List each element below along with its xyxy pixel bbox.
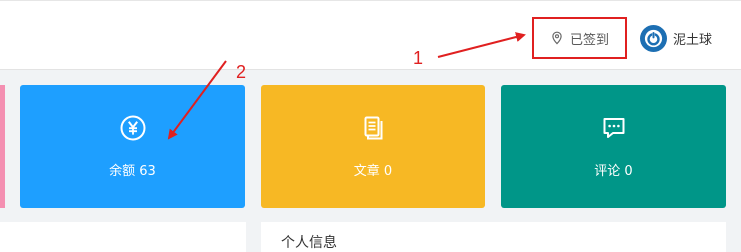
- articles-card[interactable]: 文章 0: [261, 85, 485, 208]
- annotation-number-2: 2: [236, 62, 247, 82]
- document-icon: [359, 114, 387, 142]
- power-logo-icon: [644, 29, 663, 48]
- balance-label: 余额 63: [109, 164, 156, 179]
- location-pin-icon: [552, 31, 562, 45]
- username[interactable]: 泥土球: [673, 29, 712, 48]
- sign-in-status[interactable]: 已签到: [532, 17, 627, 59]
- balance-card[interactable]: 余额 63: [20, 85, 245, 208]
- left-panel: [0, 222, 246, 252]
- yen-circle-icon: [119, 114, 147, 142]
- articles-label: 文章 0: [353, 164, 393, 179]
- profile-panel: 个人信息: [261, 222, 726, 252]
- annotation-number-1: 1: [413, 48, 424, 68]
- user-menu[interactable]: 泥土球: [640, 25, 712, 52]
- comments-card[interactable]: 评论 0: [501, 85, 726, 208]
- top-bar: 已签到 泥土球: [0, 0, 741, 70]
- avatar[interactable]: [640, 25, 667, 52]
- comment-icon: [600, 114, 628, 142]
- sign-in-status-label: 已签到: [569, 32, 609, 48]
- profile-panel-title: 个人信息: [281, 235, 337, 251]
- card-edge: [0, 85, 5, 208]
- comments-label: 评论 0: [594, 164, 633, 179]
